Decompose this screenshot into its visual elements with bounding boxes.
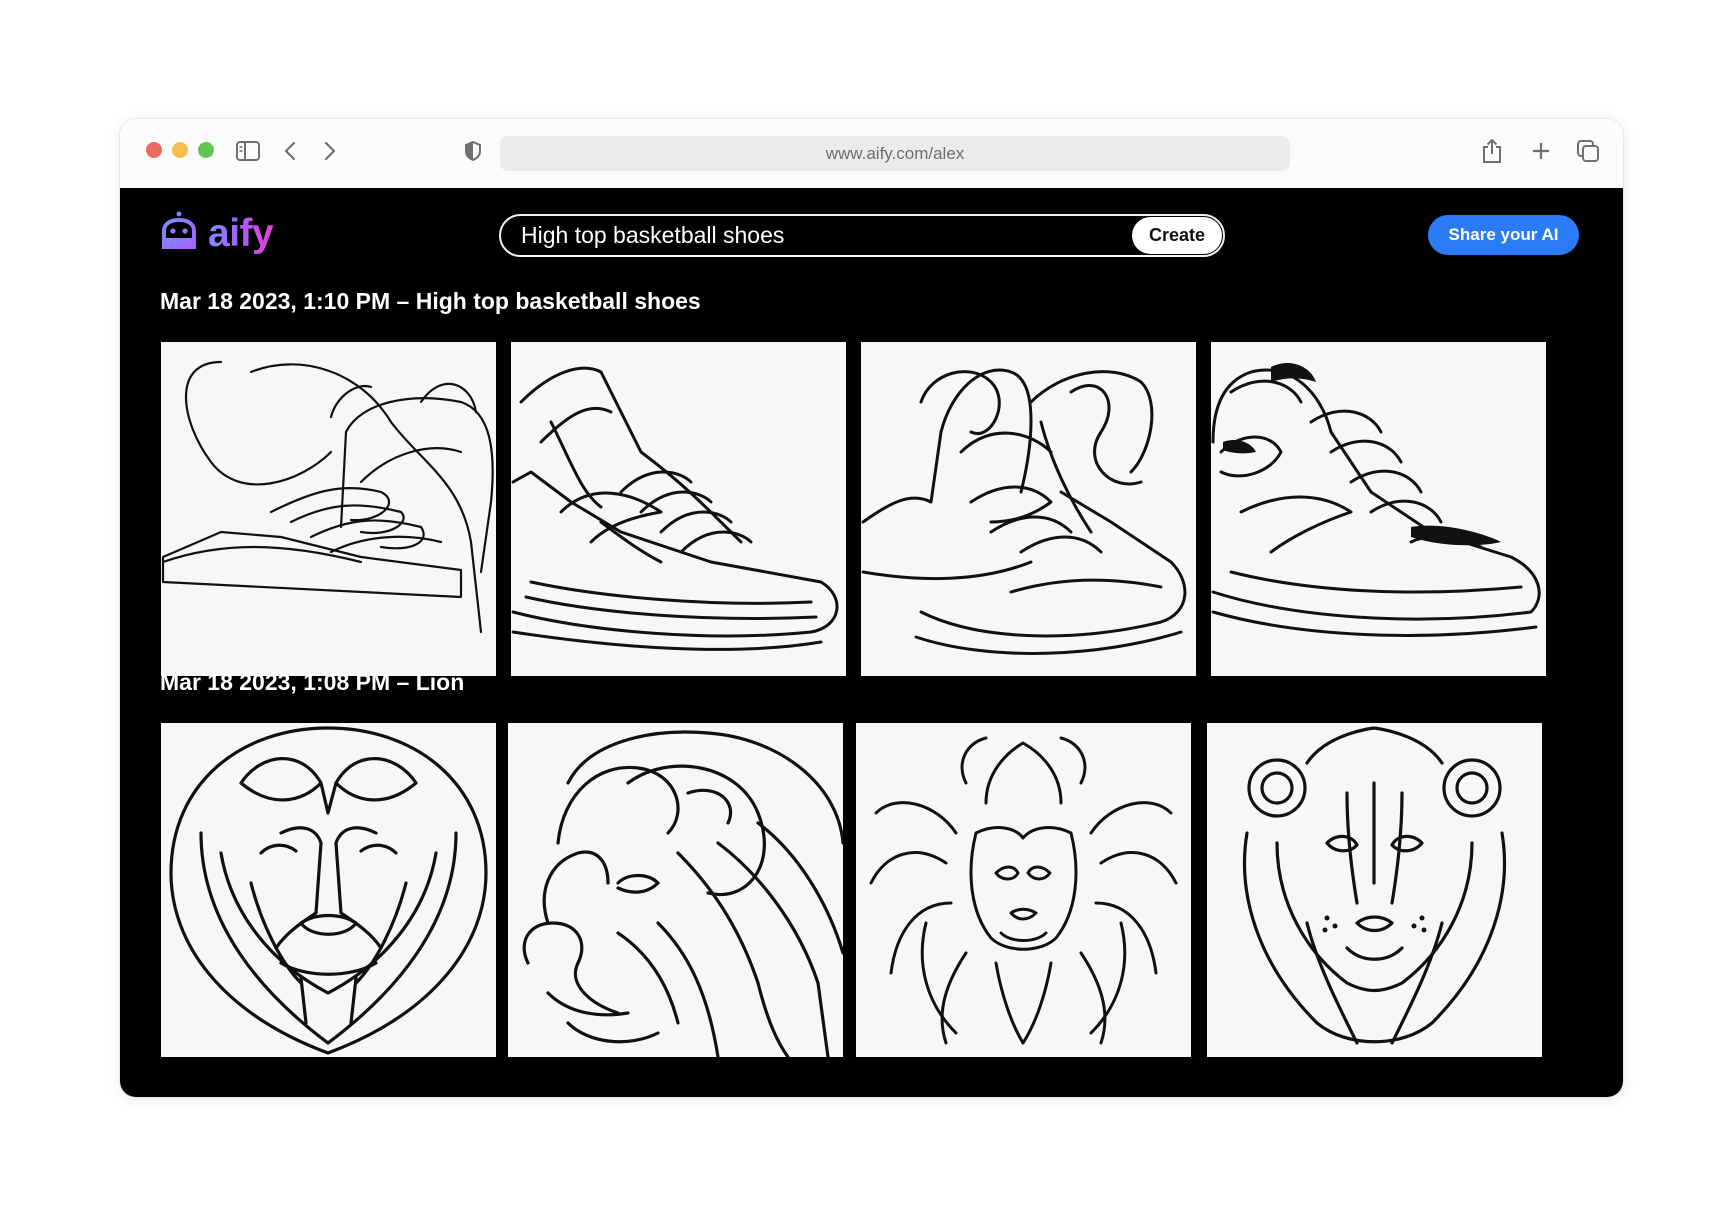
lion-drawing	[869, 736, 1178, 1045]
shield-icon[interactable]	[460, 138, 486, 164]
minimize-window-button[interactable]	[172, 142, 188, 158]
shoe-drawing	[861, 368, 1187, 655]
generated-image-shoe-2[interactable]	[511, 342, 846, 676]
shoe-drawing	[511, 366, 839, 651]
app-page: aify Create Share your AI Mar 18 2023, 1…	[120, 188, 1623, 1097]
share-icon[interactable]	[1479, 138, 1505, 164]
url-text: www.aify.com/alex	[825, 143, 965, 163]
sidebar-icon[interactable]	[235, 138, 261, 164]
lion-drawing	[1243, 726, 1506, 1045]
address-bar[interactable]: www.aify.com/alex	[500, 136, 1290, 171]
shoe-drawing	[161, 360, 494, 634]
lion-drawing	[169, 726, 488, 1055]
lion-drawing	[522, 730, 843, 1057]
tabs-overview-icon[interactable]	[1575, 138, 1601, 164]
back-icon[interactable]	[277, 138, 303, 164]
robot-icon	[160, 211, 198, 256]
section-title-shoes: Mar 18 2023, 1:10 PM – High top basketba…	[160, 288, 701, 314]
share-your-ai-button[interactable]: Share your AI	[1428, 215, 1579, 255]
section-title-lion: Mar 18 2023, 1:08 PM – Lion	[160, 669, 465, 695]
generated-image-lion-4[interactable]	[1207, 723, 1542, 1057]
browser-toolbar: www.aify.com/alex	[120, 119, 1623, 188]
generated-image-lion-3[interactable]	[856, 723, 1191, 1057]
generated-image-shoe-4[interactable]	[1211, 342, 1546, 676]
generated-image-shoe-1[interactable]	[161, 342, 496, 676]
forward-icon[interactable]	[317, 138, 343, 164]
generated-image-lion-2[interactable]	[508, 723, 843, 1057]
zoom-window-button[interactable]	[198, 142, 214, 158]
logo[interactable]: aify	[160, 211, 274, 256]
create-button[interactable]: Create	[1132, 217, 1222, 254]
logo-text: aify	[208, 211, 274, 255]
close-window-button[interactable]	[146, 142, 162, 158]
shoe-drawing	[1211, 362, 1541, 637]
prompt-box: Create	[499, 214, 1225, 257]
generated-image-lion-1[interactable]	[161, 723, 496, 1057]
prompt-input[interactable]	[521, 216, 1121, 255]
browser-window: www.aify.com/alex aify High top basketba…	[120, 119, 1623, 1097]
generated-image-shoe-3[interactable]	[861, 342, 1196, 676]
new-tab-icon[interactable]	[1528, 138, 1554, 164]
